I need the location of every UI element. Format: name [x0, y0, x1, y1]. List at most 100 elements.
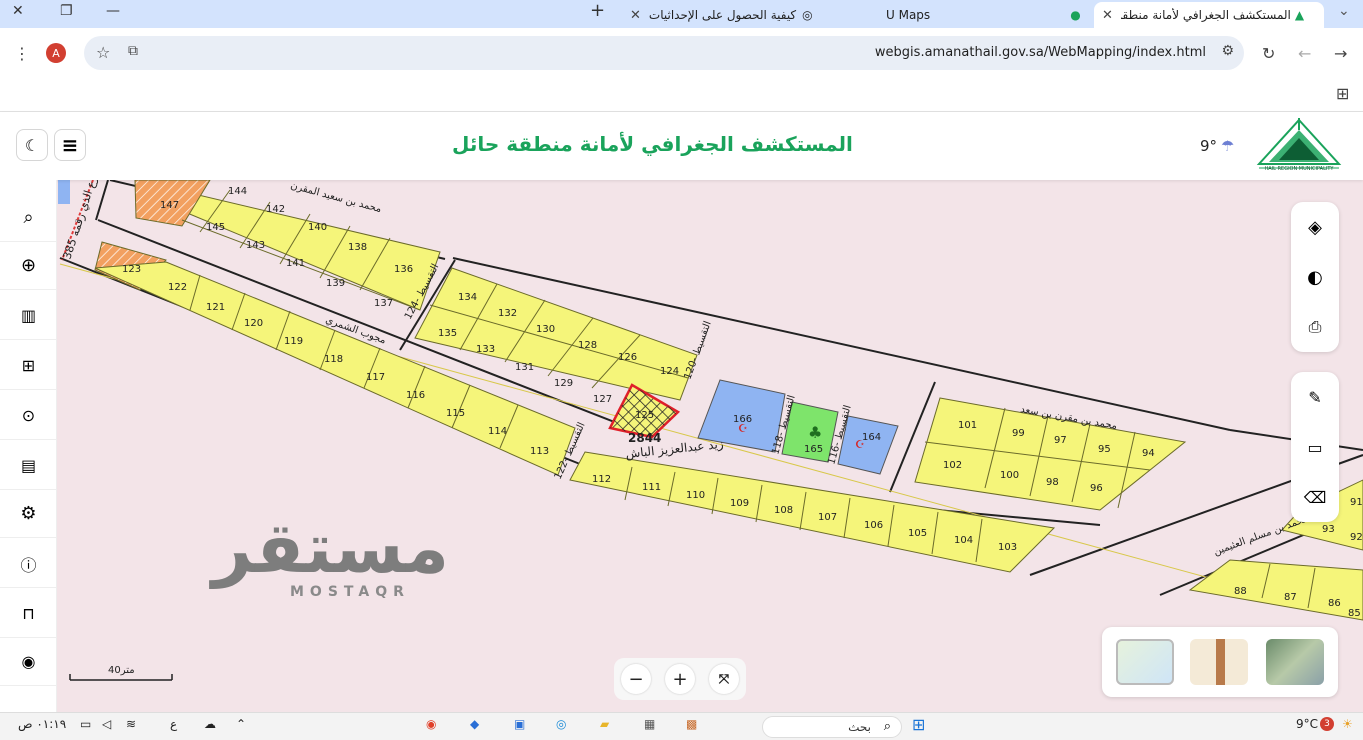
store-icon[interactable]: ▣: [514, 717, 525, 731]
layers-button[interactable]: ◈: [1291, 202, 1339, 252]
wifi-icon[interactable]: ≋: [126, 717, 136, 731]
close-tab-icon[interactable]: ✕: [630, 8, 641, 23]
bookmark-star-icon[interactable]: ☆: [96, 43, 110, 62]
parcel-number-label: 88: [1234, 586, 1247, 597]
close-window-icon[interactable]: ✕: [12, 3, 24, 19]
chrome-icon[interactable]: ◉: [426, 717, 436, 731]
parcel-number-label: 126: [618, 352, 637, 363]
new-tab-icon[interactable]: +: [590, 0, 605, 21]
search-button[interactable]: ⌕: [0, 194, 57, 242]
dark-mode-toggle[interactable]: ☾: [16, 129, 48, 161]
parcel-number-label: 115: [446, 408, 465, 419]
parcel-number-label: 147: [160, 200, 179, 211]
forward-icon[interactable]: ←: [1298, 44, 1311, 63]
parcel-number-label: 139: [326, 278, 345, 289]
calculator-button[interactable]: ⊞: [0, 342, 57, 390]
folder-icon[interactable]: ▰: [600, 717, 609, 731]
contrast-button[interactable]: ◐: [1291, 252, 1339, 302]
street-label-muqren: محمد بن سعيد المقرن: [289, 180, 382, 215]
tab-umaps[interactable]: U Maps ●: [880, 2, 1090, 28]
plus-circle-icon: ⊕: [20, 255, 37, 276]
tab-search-icon[interactable]: ⌄: [1338, 3, 1350, 19]
right-panel-top: ◈ ◐ ⎙: [1291, 202, 1339, 352]
parcel-number-label: 137: [374, 298, 393, 309]
visibility-button[interactable]: ◉: [0, 638, 57, 686]
site-settings-icon[interactable]: ⚙: [1221, 43, 1234, 59]
taskbar-search[interactable]: بحث ⌕: [762, 716, 902, 738]
road-edge: [95, 180, 109, 221]
add-layer-button[interactable]: ⊕: [0, 242, 57, 290]
minus-icon: −: [628, 668, 644, 690]
reload-icon[interactable]: ↻: [1262, 44, 1275, 63]
parcel-number-label: 138: [348, 242, 367, 253]
location-button[interactable]: ⊙: [0, 392, 57, 440]
menu-button[interactable]: ≡: [54, 129, 86, 161]
bookmarks-bar: ⊞: [0, 78, 1363, 112]
chevron-up-icon[interactable]: ⌃: [236, 717, 246, 731]
tab-coordinates[interactable]: ✕ كيفية الحصول على الإحداثيات ◎: [622, 2, 850, 28]
translate-icon[interactable]: ⧉: [128, 43, 138, 59]
minimize-window-icon[interactable]: —: [106, 3, 120, 19]
erase-button[interactable]: ⌫: [1291, 472, 1339, 522]
restore-window-icon[interactable]: ❐: [60, 3, 73, 19]
location-pin-icon: ⊙: [21, 406, 36, 425]
browser-menu-icon[interactable]: ⋮: [14, 44, 30, 63]
close-tab-icon[interactable]: ✕: [1102, 8, 1113, 23]
basemap-parcels[interactable]: [1190, 639, 1248, 685]
basemap-streets[interactable]: [1116, 639, 1174, 685]
url-text[interactable]: webgis.amanathail.gov.sa/WebMapping/inde…: [875, 45, 1206, 60]
bookmark-button[interactable]: ⊓: [0, 590, 57, 638]
parcel-number-label: 142: [266, 204, 285, 215]
edge-icon[interactable]: ◎: [556, 717, 566, 731]
settings-button[interactable]: ⚙: [0, 490, 57, 538]
parcel-number-label: 133: [476, 344, 495, 355]
site-favicon: ▲: [1294, 8, 1305, 22]
gear-icon: ⚙: [20, 503, 37, 524]
map-icon: ▥: [20, 306, 37, 325]
back-icon[interactable]: →: [1334, 44, 1347, 63]
profile-avatar[interactable]: A: [46, 43, 66, 63]
parcel-number-label: 130: [536, 324, 555, 335]
tab-geo-explorer[interactable]: ✕ المستكشف الجغرافي لأمانة منطقة ▲: [1094, 2, 1324, 28]
mosque-icon: ☪: [855, 438, 865, 451]
print-button[interactable]: ⎙: [1291, 302, 1339, 352]
zoom-out-button[interactable]: −: [621, 664, 651, 694]
windows-taskbar: ٠١:١٩ ص ▭ ◁ ≋ ع ☁ ⌃ ◉ ◆ ▣ ◎ ▰ ▦ ▩ بحث ⌕ …: [0, 712, 1363, 740]
measure-button[interactable]: ▭: [1291, 422, 1339, 472]
browser-tab-bar: ✕ ❐ — + ✕ كيفية الحصول على الإحداثيات ◎ …: [0, 0, 1363, 28]
language-indicator[interactable]: ع: [170, 717, 177, 731]
zoom-in-button[interactable]: +: [665, 664, 695, 694]
apps-grid-icon[interactable]: ⊞: [1336, 84, 1349, 103]
parcel-number-label: 140: [308, 222, 327, 233]
parcel-number-label: 87: [1284, 592, 1297, 603]
document-button[interactable]: ▤: [0, 442, 57, 490]
mosque-icon: ☪: [738, 422, 748, 435]
left-toolbar: ⌕ ⊕ ▥ ⊞ ⊙ ▤ ⚙ ⓘ ⊓ ◉: [0, 180, 57, 712]
draw-button[interactable]: ✎: [1291, 372, 1339, 422]
watermark: مستقر MOSTAQR: [212, 507, 453, 600]
rain-cloud-icon: ☂: [1221, 137, 1235, 155]
street-label-120: 120- التقسيط: [682, 320, 713, 381]
app-window-icon[interactable]: ▦: [644, 717, 655, 731]
cloud-sync-icon[interactable]: ☁: [204, 717, 216, 731]
info-button[interactable]: ⓘ: [0, 540, 57, 588]
app-icon[interactable]: ◆: [470, 717, 479, 731]
fullscreen-button[interactable]: ⤧: [709, 664, 739, 694]
address-bar[interactable]: ☆ ⧉ webgis.amanathail.gov.sa/WebMapping/…: [84, 36, 1244, 70]
volume-icon[interactable]: ◁: [102, 717, 111, 731]
calculator-icon: ⊞: [21, 356, 36, 375]
app-header: ☾ ≡ المستكشف الجغرافي لأمانة منطقة حائل …: [0, 112, 1363, 180]
basemap-satellite[interactable]: [1266, 639, 1324, 685]
widgets-icon[interactable]: ▩: [686, 717, 697, 731]
parcel-number-label: 93: [1322, 524, 1335, 535]
parcel-number-label: 122: [168, 282, 187, 293]
battery-icon[interactable]: ▭: [80, 717, 91, 731]
parcel-number-label: 101: [958, 420, 977, 431]
parcel-number-label: 135: [438, 328, 457, 339]
parcel-number-label: 96: [1090, 483, 1103, 494]
parcel-block[interactable]: [1188, 559, 1363, 621]
map-button[interactable]: ▥: [0, 292, 57, 340]
parcel-number-label: 117: [366, 372, 385, 383]
windows-start-icon[interactable]: ⊞: [912, 715, 925, 734]
logo-subtext: HAIL REGION MUNICIPALITY: [1264, 166, 1334, 172]
